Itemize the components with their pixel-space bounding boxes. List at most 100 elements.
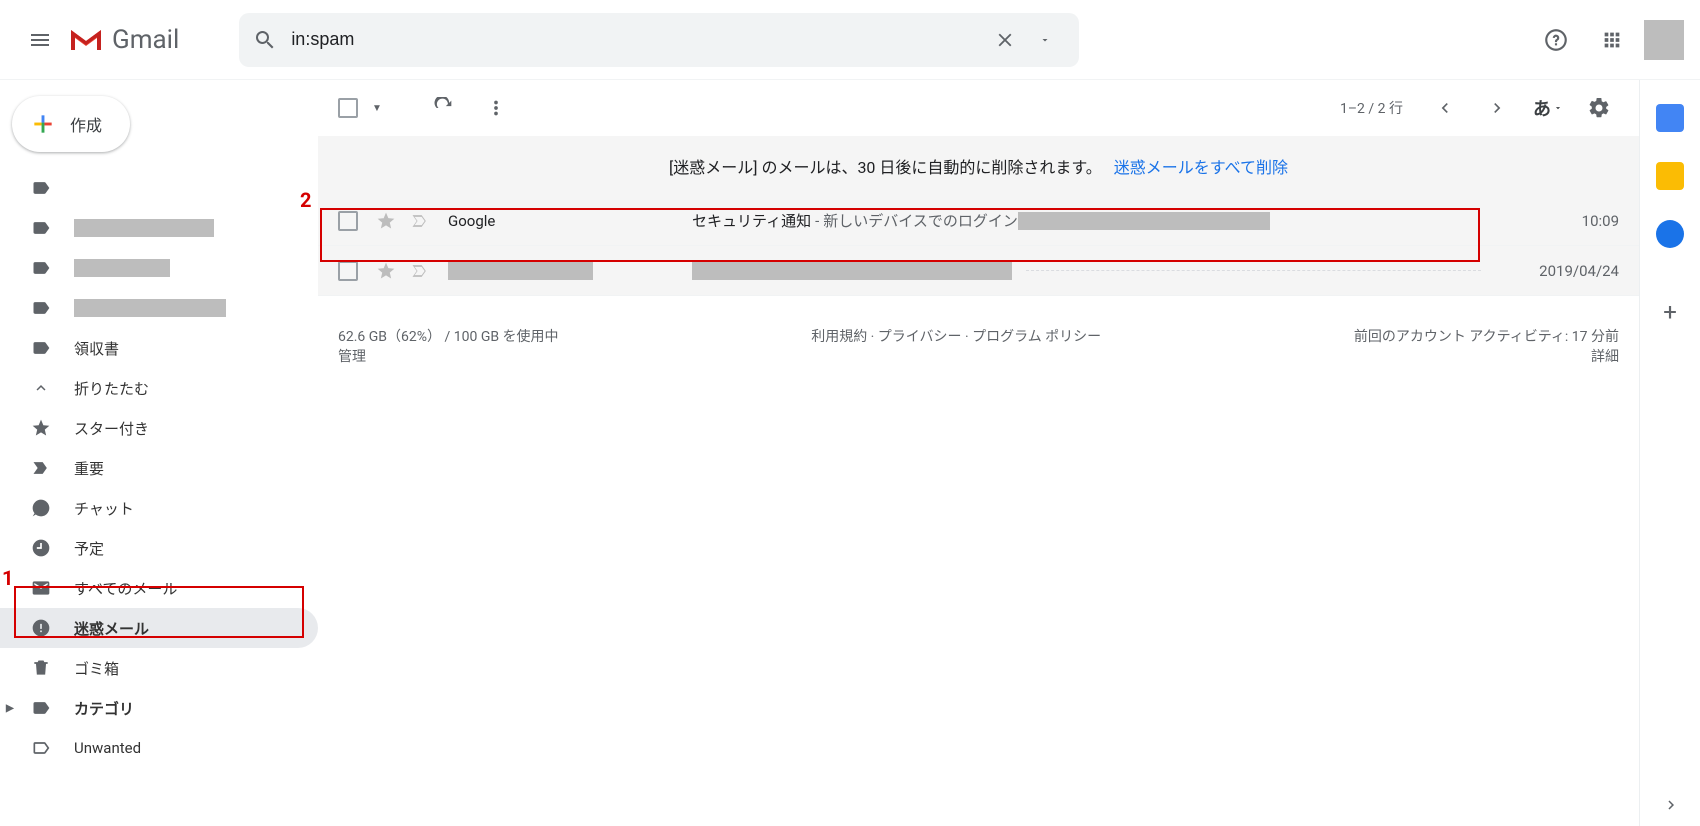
spam-banner: [迷惑メール] のメールは、30 日後に自動的に削除されます。 迷惑メールをすべ… [318, 136, 1639, 196]
sidebar-item-予定[interactable]: 予定 [0, 528, 318, 568]
sidebar-item-label-3[interactable] [0, 288, 318, 328]
sidebar-item-迷惑メール[interactable]: 迷惑メール [0, 608, 318, 648]
get-addons-button[interactable]: + [1663, 298, 1677, 326]
sidebar-item-Unwanted[interactable]: Unwanted [0, 728, 318, 768]
clear-search-button[interactable] [985, 20, 1025, 60]
main-menu-button[interactable] [16, 16, 64, 64]
settings-button[interactable] [1579, 88, 1619, 128]
input-tool-button[interactable]: あ [1533, 95, 1563, 121]
refresh-icon [433, 97, 455, 119]
importance-button[interactable] [410, 261, 430, 281]
star-outline-icon [376, 261, 396, 281]
sidebar-item-label: ゴミ箱 [74, 658, 119, 679]
apps-grid-icon [1601, 29, 1623, 51]
refresh-button[interactable] [424, 88, 464, 128]
sidebar-item-label-2[interactable] [0, 248, 318, 288]
redacted-label [74, 219, 214, 237]
keep-addon[interactable] [1656, 162, 1684, 190]
annotation-2: 2 [300, 188, 311, 212]
compose-label: 作成 [70, 112, 102, 136]
star-button[interactable] [376, 211, 396, 231]
close-icon [994, 29, 1016, 51]
message-checkbox[interactable] [338, 261, 358, 281]
schedule-icon [30, 537, 52, 559]
important-fill-icon [30, 457, 52, 479]
next-page-button[interactable] [1477, 88, 1517, 128]
sidebar-item-ゴミ箱[interactable]: ゴミ箱 [0, 648, 318, 688]
sidebar-item-label: チャット [74, 498, 134, 519]
label-fill-icon [30, 177, 52, 199]
sidebar-item-領収書[interactable]: 領収書 [0, 328, 318, 368]
redacted-snippet [1018, 212, 1270, 230]
star-outline-icon [376, 211, 396, 231]
account-avatar[interactable] [1644, 20, 1684, 60]
sidebar-item-label: 重要 [74, 458, 104, 479]
app-header: Gmail [0, 0, 1700, 80]
label-fill-icon [30, 337, 52, 359]
chevron-right-icon [1487, 98, 1507, 118]
hamburger-icon [28, 28, 52, 52]
pager-text: 1–2 / 2 行 [1340, 98, 1403, 118]
sidebar-item-label: Unwanted [74, 739, 141, 757]
label-fill-icon [30, 297, 52, 319]
storage-manage-link[interactable]: 管理 [338, 346, 559, 366]
star-button[interactable] [376, 261, 396, 281]
select-all-checkbox[interactable] [338, 98, 358, 118]
help-button[interactable] [1532, 16, 1580, 64]
policy-links[interactable]: 利用規約 · プライバシー · プログラム ポリシー [811, 326, 1101, 366]
sidebar-item-label: 予定 [74, 538, 104, 559]
message-checkbox[interactable] [338, 211, 358, 231]
sidebar-item-スター付き[interactable]: スター付き [0, 408, 318, 448]
sidebar-item-label-0[interactable] [0, 168, 318, 208]
message-row[interactable]: Googleセキュリティ通知 - 新しいデバイスでのログイン10:09 [318, 196, 1639, 246]
sidebar-item-label: 折りたたむ [74, 378, 149, 399]
sidebar-item-label: カテゴリ [74, 698, 134, 719]
message-subject [692, 262, 1495, 280]
redacted-label [74, 259, 170, 277]
storage-text: 62.6 GB（62%） / 100 GB を使用中 [338, 326, 559, 346]
search-input[interactable] [277, 29, 985, 50]
message-date: 2019/04/24 [1499, 262, 1619, 280]
apps-button[interactable] [1588, 16, 1636, 64]
sidebar-item-label: 領収書 [74, 338, 119, 359]
chevron-up-icon [30, 377, 52, 399]
label-outline-icon [30, 737, 52, 759]
prev-page-button[interactable] [1425, 88, 1465, 128]
footer: 62.6 GB（62%） / 100 GB を使用中 管理 利用規約 · プライ… [318, 296, 1639, 396]
sidebar-item-折りたたむ[interactable]: 折りたたむ [0, 368, 318, 408]
more-button[interactable] [476, 88, 516, 128]
tasks-addon[interactable] [1656, 220, 1684, 248]
importance-icon [410, 261, 430, 281]
compose-button[interactable]: 作成 [12, 96, 130, 152]
message-sender [448, 262, 688, 280]
search-icon [253, 28, 277, 52]
sidebar-item-label: すべてのメール [74, 578, 177, 599]
activity-detail-link[interactable]: 詳細 [1354, 346, 1619, 366]
select-dropdown[interactable]: ▼ [372, 103, 382, 114]
sidebar-item-すべてのメール[interactable]: すべてのメール [0, 568, 318, 608]
importance-icon [410, 211, 430, 231]
search-bar[interactable] [239, 13, 1079, 67]
importance-button[interactable] [410, 211, 430, 231]
sidebar-item-カテゴリ[interactable]: ▶ カテゴリ [0, 688, 318, 728]
snippet-text: 新しいデバイスでのログイン [823, 210, 1018, 231]
sidebar-item-チャット[interactable]: チャット [0, 488, 318, 528]
gmail-logo[interactable]: Gmail [68, 25, 179, 55]
sidebar-item-label-1[interactable] [0, 208, 318, 248]
star-fill-icon [30, 417, 52, 439]
sidebar: 作成 領収書折りたたむスター付き重要チャット予定すべてのメール迷惑メールゴミ箱 ▶… [0, 80, 318, 826]
sidebar-item-重要[interactable]: 重要 [0, 448, 318, 488]
message-row[interactable]: 2019/04/24 [318, 246, 1639, 296]
annotation-1: 1 [2, 566, 13, 590]
label-fill-icon [30, 217, 52, 239]
search-options-button[interactable] [1025, 20, 1065, 60]
more-vert-icon [485, 97, 507, 119]
collapse-side-panel[interactable] [1662, 796, 1680, 814]
delete-all-spam-link[interactable]: 迷惑メールをすべて削除 [1114, 158, 1288, 177]
main-pane: ▼ 1–2 / 2 行 あ [318, 80, 1640, 826]
redacted-subject [692, 262, 1012, 280]
expand-caret-icon: ▶ [6, 703, 14, 714]
calendar-addon[interactable] [1656, 104, 1684, 132]
activity-text: 前回のアカウント アクティビティ: 17 分前 [1354, 326, 1619, 346]
help-icon [1543, 27, 1569, 53]
